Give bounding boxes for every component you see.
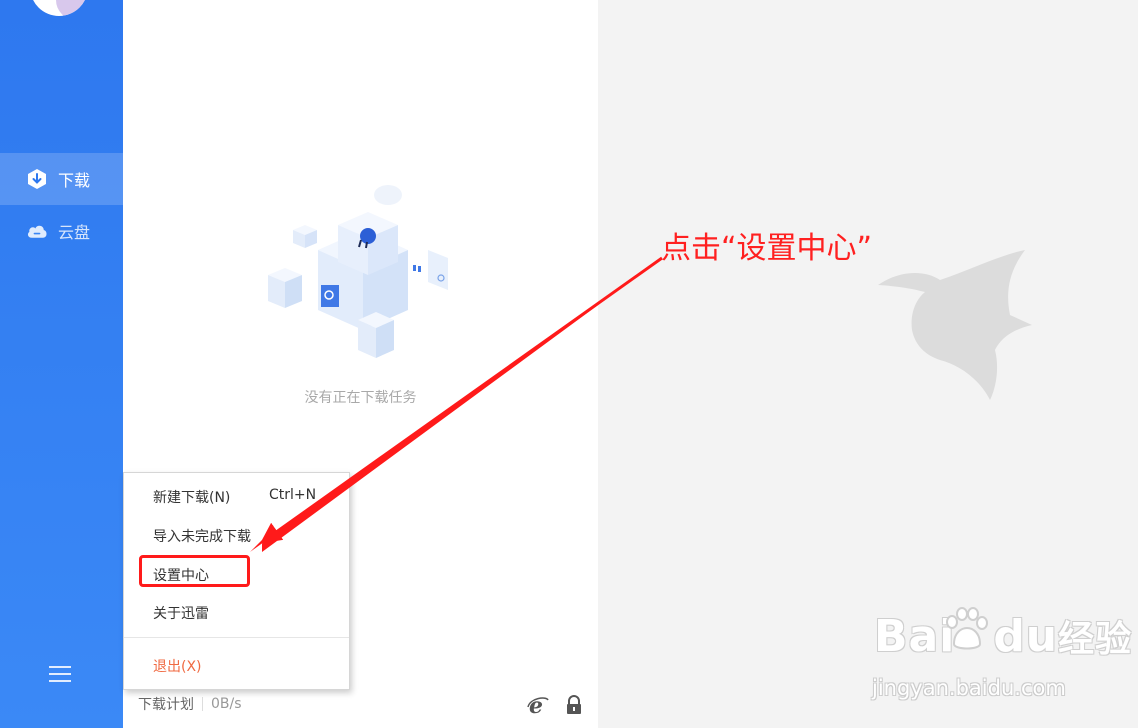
menu-item-new-download[interactable]: 新建下载(N) Ctrl+N	[124, 478, 349, 514]
hamburger-menu-icon[interactable]	[46, 662, 74, 686]
status-separator	[202, 697, 203, 711]
empty-boxes-illustration	[263, 180, 463, 365]
lock-icon[interactable]	[563, 694, 585, 716]
baidu-paw-icon	[946, 607, 988, 650]
annotation-text: 点击“设置中心”	[661, 231, 873, 266]
sidebar-item-cloud[interactable]: 云盘	[0, 205, 123, 257]
menu-divider	[124, 637, 349, 638]
menu-item-about[interactable]: 关于迅雷	[124, 594, 349, 630]
sidebar-item-label: 云盘	[58, 223, 91, 242]
download-speed: 0B/s	[211, 696, 242, 712]
highlight-box	[139, 555, 250, 587]
download-icon	[26, 168, 48, 190]
menu-item-import-unfinished[interactable]: 导入未完成下载	[124, 517, 349, 553]
hummingbird-logo-icon	[878, 250, 1032, 400]
user-avatar[interactable]	[30, 0, 88, 16]
download-plan-button[interactable]: 下载计划	[138, 694, 194, 714]
cloud-icon	[26, 220, 48, 242]
sidebar: 下载 云盘	[0, 0, 123, 728]
baidu-watermark-logo: Bai du经验	[874, 611, 1133, 662]
sidebar-item-label: 下载	[58, 171, 91, 190]
baidu-watermark-url: jingyan.baidu.com	[872, 676, 1066, 700]
ie-icon[interactable]: e	[527, 693, 549, 719]
menu-item-exit[interactable]: 退出(X)	[124, 647, 349, 683]
empty-state-text: 没有正在下载任务	[304, 390, 417, 406]
svg-text:e: e	[529, 694, 543, 716]
sidebar-item-download[interactable]: 下载	[0, 153, 123, 205]
menu-item-shortcut: Ctrl+N	[269, 487, 317, 503]
